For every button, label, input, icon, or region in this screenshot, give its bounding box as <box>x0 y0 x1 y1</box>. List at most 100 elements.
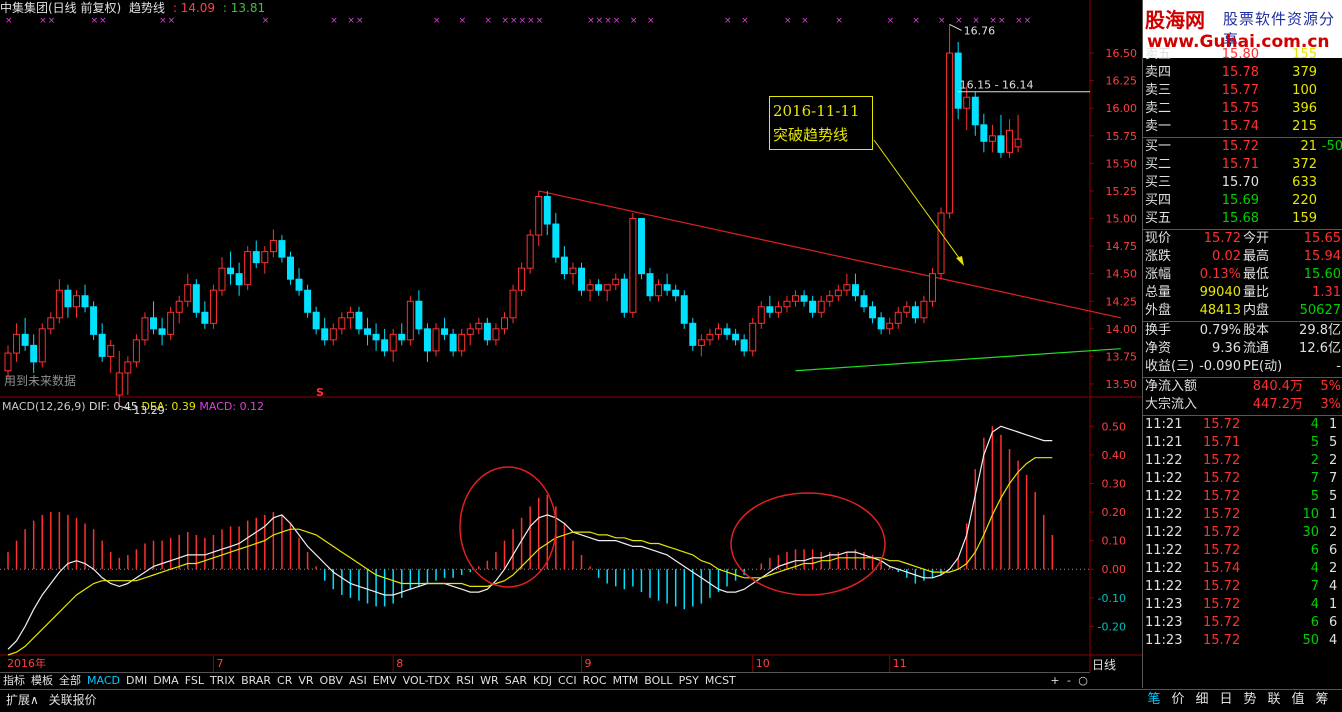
signal-marker: × <box>484 16 492 26</box>
indicator-tab[interactable]: ASI <box>346 673 370 689</box>
signal-marker: × <box>330 16 338 26</box>
quote-label-2: 最高 <box>1243 249 1270 264</box>
candle-body <box>269 240 277 253</box>
tab-control-button[interactable]: + <box>1048 673 1062 689</box>
indicator-tab[interactable]: CCI <box>555 673 580 689</box>
ask-price: 15.78 <box>1221 65 1259 80</box>
signal-marker: × <box>347 16 355 26</box>
indicator-tab[interactable]: 模板 <box>28 673 56 689</box>
side-tab[interactable]: 筹 <box>1310 689 1334 711</box>
indicator-tab-list: 指标 模板 全部 MACD DMI DMA FSL TRIX BRAR CR VR OBV ASI EMV… <box>0 674 739 687</box>
signal-marker: × <box>168 16 176 26</box>
fundamental-label-2: 流通 <box>1243 341 1270 356</box>
indicator-tab[interactable]: SAR <box>502 673 530 689</box>
indicator-tab[interactable]: TRIX <box>207 673 238 689</box>
signal-marker: × <box>912 16 920 26</box>
candle-body <box>997 135 1005 153</box>
signal-marker: × <box>998 16 1006 26</box>
candle-body <box>595 284 603 291</box>
side-tab[interactable]: 联 <box>1262 689 1286 711</box>
bid-row: 买五 15.68 159 <box>1143 210 1342 228</box>
price-tick-label: 15.25 <box>1106 185 1138 198</box>
side-tab[interactable]: 值 <box>1286 689 1310 711</box>
indicator-tab[interactable]: MTM <box>610 673 642 689</box>
tick-row: 11:23 15.72 6 6 <box>1143 614 1342 632</box>
candle-body <box>167 311 175 335</box>
indicator-tab[interactable]: DMA <box>150 673 182 689</box>
candle-body <box>278 240 286 258</box>
indicator-tab[interactable]: 全部 <box>56 673 84 689</box>
tick-extra: 6 <box>1329 543 1338 558</box>
range-marker-label: 16.15 - 16.14 <box>960 79 1034 92</box>
candle-body <box>757 306 765 324</box>
indicator-tab[interactable]: CR <box>274 673 295 689</box>
price-tick-label: 16.25 <box>1106 75 1138 88</box>
indicator-tab[interactable]: VOL-TDX <box>400 673 454 689</box>
side-tab[interactable]: 细 <box>1190 689 1214 711</box>
tick-price: 15.71 <box>1203 435 1241 450</box>
indicator-tab[interactable]: EMV <box>370 673 400 689</box>
indicator-tab[interactable]: MACD <box>84 673 123 689</box>
quote-value-2: 1.31 <box>1312 285 1341 300</box>
signal-marker: × <box>724 16 732 26</box>
tick-extra: 4 <box>1329 633 1338 648</box>
candle-body <box>809 300 817 313</box>
signal-marker: × <box>536 16 544 26</box>
related-quotes-button[interactable]: 关联报价 <box>49 693 97 707</box>
indicator-tab[interactable]: PSY <box>676 673 702 689</box>
indicator-tab[interactable]: FSL <box>182 673 207 689</box>
signal-marker: × <box>459 16 467 26</box>
tick-row: 11:22 15.72 6 6 <box>1143 542 1342 560</box>
tick-extra: 4 <box>1329 579 1338 594</box>
tick-extra: 2 <box>1329 561 1338 576</box>
side-tab[interactable]: 价 <box>1166 689 1190 711</box>
candle-body <box>500 317 508 330</box>
indicator-tab[interactable]: MCST <box>702 673 739 689</box>
indicator-tab[interactable]: DMI <box>123 673 150 689</box>
signal-marker: × <box>501 16 509 26</box>
tab-control-button[interactable]: - <box>1062 673 1076 689</box>
tick-extra: 1 <box>1329 507 1338 522</box>
indicator-tab[interactable]: 指标 <box>0 673 28 689</box>
bid-label: 买二 <box>1145 157 1172 172</box>
price-tick-label: 14.50 <box>1106 268 1138 281</box>
candle-body <box>637 218 645 275</box>
indicator-tab[interactable]: WR <box>477 673 502 689</box>
candle-body <box>749 322 757 352</box>
candle-body <box>526 234 534 269</box>
side-tab[interactable]: 势 <box>1238 689 1262 711</box>
indicator-tab[interactable]: RSI <box>453 673 477 689</box>
tab-control-button[interactable]: ○ <box>1076 673 1090 689</box>
tick-volume: 4 <box>1310 417 1319 432</box>
fundamental-label: 净资 <box>1145 341 1172 356</box>
tick-time: 11:22 <box>1145 579 1183 594</box>
flow-value: 840.4万 <box>1252 379 1303 394</box>
candle-body <box>423 328 431 352</box>
candle-body <box>441 328 449 335</box>
indicator-tab[interactable]: ROC <box>580 673 610 689</box>
indicator-tab[interactable]: OBV <box>317 673 346 689</box>
signal-marker: × <box>741 16 749 26</box>
tick-volume: 30 <box>1302 525 1319 540</box>
candle-body <box>295 278 303 291</box>
indicator-tab[interactable]: KDJ <box>530 673 555 689</box>
signal-marker: × <box>955 16 963 26</box>
tick-time: 11:22 <box>1145 525 1183 540</box>
indicator-name: 趋势线 <box>129 1 166 15</box>
tick-volume: 7 <box>1310 579 1319 594</box>
ask-row: 卖一 15.74 215 <box>1143 118 1342 136</box>
side-tab[interactable]: 笔 <box>1142 689 1166 711</box>
tick-time: 11:22 <box>1145 507 1183 522</box>
expand-button[interactable]: 扩展∧ <box>6 693 39 707</box>
indicator-tab[interactable]: BRAR <box>238 673 274 689</box>
ask-row: 卖二 15.75 396 <box>1143 100 1342 118</box>
indicator-tab[interactable]: BOLL <box>641 673 675 689</box>
chart-canvas[interactable]: 16.50 16.25 16.00 15.75 15.50 15.25 15.00 14.75… <box>0 0 1142 688</box>
flow-row: 净流入额 840.4万 5% <box>1143 378 1342 396</box>
period-label[interactable]: 日线 <box>1092 656 1116 673</box>
ask-price: 15.77 <box>1221 83 1259 98</box>
macd-tick-label: 0.30 <box>1102 477 1127 490</box>
side-tab[interactable]: 日 <box>1214 689 1238 711</box>
indicator-tab[interactable]: VR <box>295 673 316 689</box>
bid-price: 15.68 <box>1221 211 1259 226</box>
